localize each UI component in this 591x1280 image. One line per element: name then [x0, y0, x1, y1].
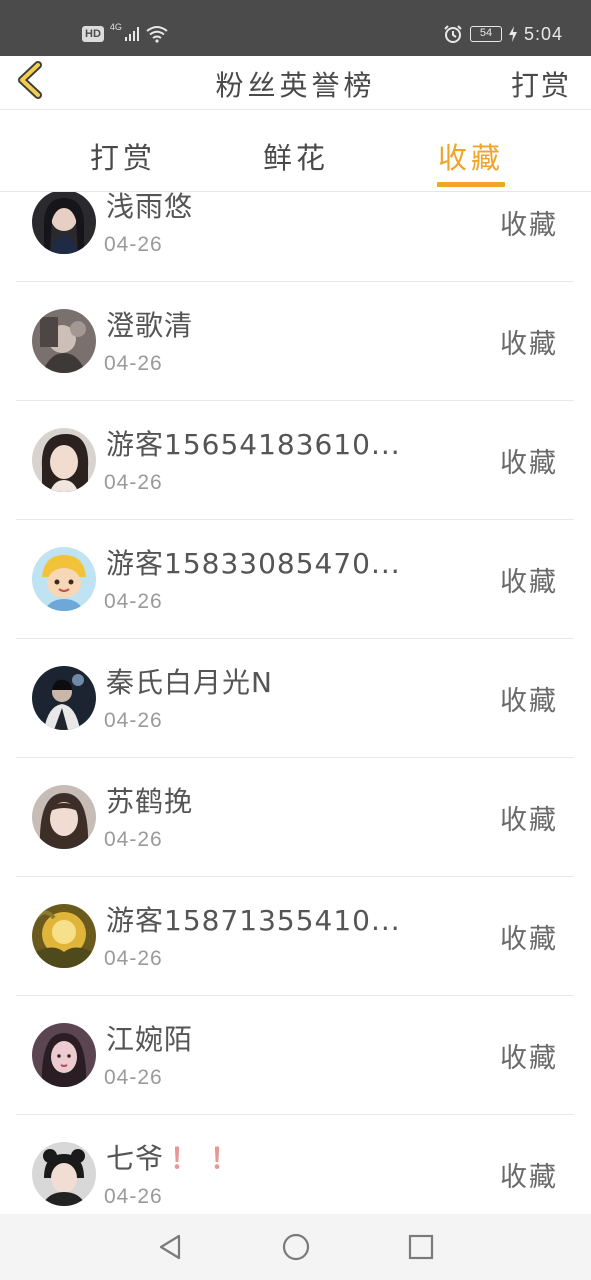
back-triangle-icon [159, 1234, 181, 1260]
list-item[interactable]: 游客15833085470... 04-26 收藏 [16, 520, 574, 639]
date-label: 04-26 [104, 233, 163, 256]
signal-icon [124, 27, 139, 41]
list-item[interactable]: 江婉陌 04-26 收藏 [16, 996, 574, 1115]
user-name: 游客15871355410... [106, 904, 401, 937]
system-nav-bar [0, 1214, 591, 1280]
home-circle-icon [282, 1233, 310, 1261]
active-tab-indicator [437, 182, 505, 187]
list-item[interactable]: 苏鹤挽 04-26 收藏 [16, 758, 574, 877]
fan-list: 浅雨悠 04-26 收藏 澄歌清 04-26 收藏 游客15654183610.… [0, 192, 591, 1214]
avatar [32, 428, 96, 492]
user-name: 秦氏白月光N [106, 666, 273, 699]
page-title: 粉丝英誉榜 [215, 69, 376, 102]
charging-icon [508, 26, 517, 42]
battery-icon: 54 [469, 26, 502, 42]
user-name: 江婉陌 [106, 1023, 194, 1056]
action-type: 收藏 [500, 805, 558, 836]
date-label: 04-26 [104, 709, 163, 732]
action-type: 收藏 [500, 686, 558, 717]
tab-flowers[interactable]: 鲜花 [263, 135, 329, 177]
list-item[interactable]: 浅雨悠 04-26 收藏 [16, 192, 574, 282]
action-type: 收藏 [500, 1162, 558, 1193]
avatar [32, 192, 96, 254]
user-name: 澄歌清 [106, 309, 194, 342]
status-left: HD 4G [82, 22, 168, 46]
nav-home-button[interactable] [281, 1232, 311, 1262]
avatar [32, 1023, 96, 1087]
date-label: 04-26 [104, 471, 163, 494]
date-label: 04-26 [104, 947, 163, 970]
date-label: 04-26 [104, 1185, 163, 1208]
list-item[interactable]: 游客15871355410... 04-26 收藏 [16, 877, 574, 996]
hd-badge: HD [82, 26, 104, 42]
list-item[interactable]: 澄歌清 04-26 收藏 [16, 282, 574, 401]
status-time: 5:04 [523, 23, 563, 44]
date-label: 04-26 [104, 1066, 163, 1089]
action-type: 收藏 [500, 448, 558, 479]
nav-recents-button[interactable] [406, 1232, 436, 1262]
status-right: 54 5:04 [443, 21, 563, 47]
user-name: 游客15654183610... [106, 428, 401, 461]
action-type: 收藏 [500, 1043, 558, 1074]
user-name: 七爷！！ [106, 1137, 250, 1177]
tab-bar: 打赏 鲜花 收藏 [0, 111, 591, 192]
alarm-icon [444, 25, 462, 43]
tab-reward[interactable]: 打赏 [90, 135, 156, 177]
tab-favorites[interactable]: 收藏 [438, 135, 504, 177]
wifi-icon [146, 26, 168, 43]
date-label: 04-26 [104, 590, 163, 613]
nav-back-button[interactable] [155, 1232, 185, 1262]
user-name-text: 七爷 [106, 1142, 165, 1175]
avatar [32, 904, 96, 968]
action-type: 收藏 [500, 329, 558, 360]
app-header: 粉丝英誉榜 打赏 [0, 56, 591, 110]
date-label: 04-26 [104, 828, 163, 851]
avatar [32, 1142, 96, 1206]
list-item[interactable]: 七爷！！ 04-26 收藏 [16, 1115, 574, 1214]
action-type: 收藏 [500, 924, 558, 955]
avatar [32, 666, 96, 730]
reward-action-button[interactable]: 打赏 [511, 64, 571, 104]
list-item[interactable]: 游客15654183610... 04-26 收藏 [16, 401, 574, 520]
action-type: 收藏 [500, 210, 558, 241]
user-name: 游客15833085470... [106, 547, 401, 580]
user-name: 苏鹤挽 [106, 785, 194, 818]
emoji-exclamation: ！！ [170, 1142, 251, 1175]
avatar [32, 785, 96, 849]
user-name: 浅雨悠 [106, 192, 194, 223]
avatar [32, 309, 96, 373]
avatar [32, 547, 96, 611]
recents-square-icon [408, 1234, 434, 1260]
status-bar: HD 4G 54 5:04 [0, 0, 591, 56]
list-item[interactable]: 秦氏白月光N 04-26 收藏 [16, 639, 574, 758]
network-type: 4G [109, 22, 122, 32]
date-label: 04-26 [104, 352, 163, 375]
action-type: 收藏 [500, 567, 558, 598]
